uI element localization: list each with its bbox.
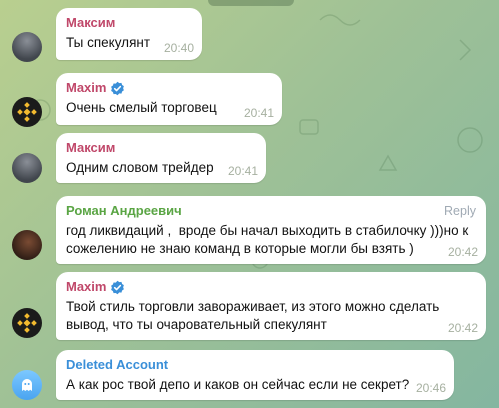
message-time: 20:41 <box>227 164 258 178</box>
message-sender[interactable]: Роман Андреевич <box>66 203 476 219</box>
message-sender[interactable]: Maxim <box>66 279 476 295</box>
message-time: 20:42 <box>447 321 478 335</box>
message-time: 20:42 <box>447 245 478 259</box>
avatar[interactable] <box>12 230 42 260</box>
message-bubble[interactable]: Maxim Очень смелый торговец 20:41 <box>56 73 282 125</box>
message-bubble[interactable]: Роман Андреевич Reply год ликвидаций , в… <box>56 196 486 264</box>
message-sender[interactable]: Максим <box>66 15 192 31</box>
binance-logo-icon <box>12 308 42 338</box>
message-sender[interactable]: Deleted Account <box>66 357 444 373</box>
message-bubble[interactable]: Максим Ты спекулянт 20:40 <box>56 8 202 60</box>
sender-name[interactable]: Deleted Account <box>66 357 168 373</box>
message-text: Твой стиль торговли завораживает, из это… <box>66 299 440 332</box>
sender-name[interactable]: Роман Андреевич <box>66 203 182 219</box>
ghost-icon <box>12 370 42 400</box>
avatar[interactable] <box>12 153 42 183</box>
user-photo-icon <box>12 32 42 62</box>
message-text: А как рос твой депо и каков он сейчас ес… <box>66 377 410 392</box>
binance-logo-icon <box>12 97 42 127</box>
avatar[interactable] <box>12 97 42 127</box>
scroll-indicator <box>208 0 294 6</box>
message-bubble[interactable]: Максим Одним словом трейдер 20:41 <box>56 133 266 183</box>
message-text: Очень смелый торговец <box>66 100 217 115</box>
avatar[interactable] <box>12 308 42 338</box>
user-photo-icon <box>12 153 42 183</box>
sender-name[interactable]: Максим <box>66 140 115 156</box>
verified-badge-icon <box>111 81 125 95</box>
message-sender[interactable]: Максим <box>66 140 256 156</box>
avatar[interactable] <box>12 370 42 400</box>
message-bubble[interactable]: Deleted Account А как рос твой депо и ка… <box>56 350 454 400</box>
message-bubble[interactable]: Maxim Твой стиль торговли завораживает, … <box>56 272 486 340</box>
sender-name[interactable]: Maxim <box>66 279 106 295</box>
sender-name[interactable]: Максим <box>66 15 115 31</box>
message-time: 20:40 <box>163 41 194 55</box>
message-time: 20:41 <box>243 106 274 120</box>
message-text: год ликвидаций , вроде бы начал выходить… <box>66 223 469 256</box>
avatar[interactable] <box>12 32 42 62</box>
verified-badge-icon <box>111 280 125 294</box>
reply-button[interactable]: Reply <box>444 204 476 218</box>
user-photo-icon <box>12 230 42 260</box>
message-sender[interactable]: Maxim <box>66 80 272 96</box>
message-time: 20:46 <box>415 381 446 395</box>
sender-name[interactable]: Maxim <box>66 80 106 96</box>
